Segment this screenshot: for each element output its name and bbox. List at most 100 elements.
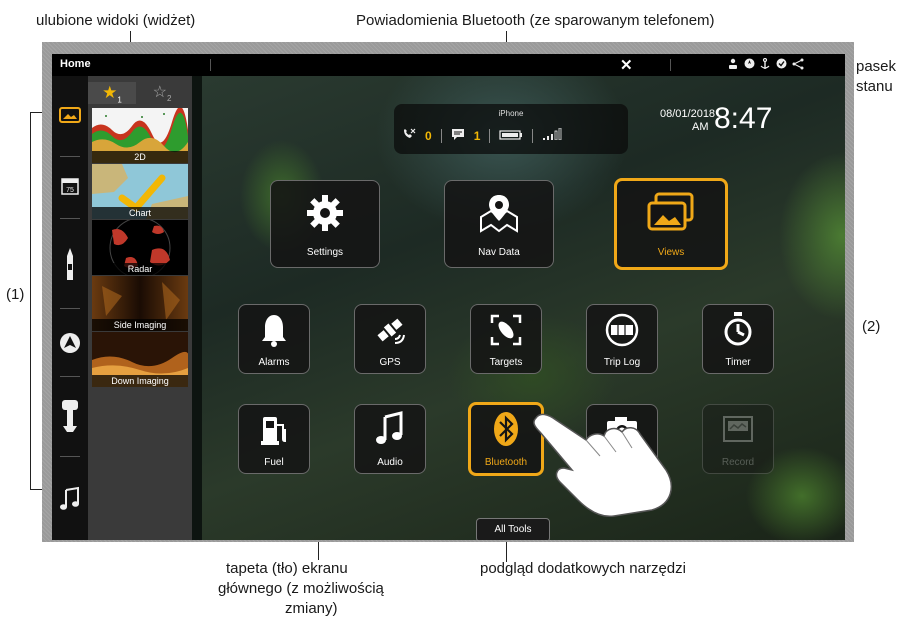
record-icon: [703, 413, 773, 450]
satellite-icon: [355, 313, 425, 352]
callout-status-bar-line2: stanu: [856, 78, 893, 95]
favorite-view-2d[interactable]: 2D: [92, 108, 188, 163]
toolbar-divider: [60, 218, 80, 219]
tab-favorites-1[interactable]: ★1: [88, 82, 136, 104]
bluetooth-notifications[interactable]: iPhone 0 1: [394, 104, 628, 154]
tile-bluetooth[interactable]: Bluetooth: [468, 402, 544, 476]
clock-date: 08/01/2018: [660, 108, 716, 120]
callout-wallpaper-line3: zmiany): [285, 600, 338, 617]
page-title: Home: [60, 58, 91, 70]
callout-wallpaper-line2: głównego (z możliwością: [218, 580, 384, 597]
favorite-view-label: Radar: [92, 263, 188, 275]
tile-label: GPS: [379, 357, 401, 368]
autopilot-icon[interactable]: [58, 332, 82, 356]
callout-wallpaper-line1: tapeta (tło) ekranu: [226, 560, 348, 577]
views-icon[interactable]: [58, 106, 82, 130]
favorites-widget: ★1 ☆2 2D Chart Radar Side Imaging Down I…: [88, 76, 192, 540]
target-icon: [471, 313, 541, 352]
boat-icon[interactable]: [58, 246, 82, 286]
views-icon: [617, 191, 725, 240]
svg-text:75: 75: [66, 187, 74, 194]
odometer-icon: [587, 313, 657, 352]
tile-label: Audio: [377, 457, 403, 468]
tile-label: Settings: [306, 247, 344, 258]
stopwatch-icon: [703, 311, 773, 352]
signal-strength-icon: [542, 127, 564, 143]
tab-favorites-2[interactable]: ☆2: [138, 82, 186, 104]
clock-time: 8:47: [714, 102, 773, 135]
map-pin-icon: [445, 193, 553, 238]
missed-call-icon: [402, 128, 416, 143]
favorites-tabs: ★1 ☆2: [88, 82, 192, 104]
notification-divider: [532, 128, 534, 143]
tile-timer[interactable]: Timer: [702, 304, 774, 374]
status-bar: Home ✕: [52, 54, 845, 76]
tile-label: Record: [721, 457, 755, 468]
music-note-icon: [355, 411, 425, 452]
bluetooth-icon: [471, 411, 541, 452]
tile-views[interactable]: Views: [614, 178, 728, 270]
tile-nav-data[interactable]: Nav Data: [444, 180, 554, 268]
anchor-icon: [760, 57, 770, 70]
favorite-view-label: Down Imaging: [92, 375, 188, 387]
message-count: 1: [473, 128, 481, 143]
tile-fuel[interactable]: Fuel: [238, 404, 310, 474]
camera-icon: [587, 415, 657, 448]
toolbar-divider: [60, 308, 80, 309]
callout-more-tools: podgląd dodatkowych narzędzi: [480, 560, 686, 577]
gear-icon: [271, 193, 379, 238]
callout-bluetooth-notifications: Powiadomienia Bluetooth (ze sparowanym t…: [356, 12, 715, 29]
tile-audio[interactable]: Audio: [354, 404, 426, 474]
message-icon: [451, 128, 465, 143]
tile-alarms[interactable]: Alarms: [238, 304, 310, 374]
favorite-view-down-imaging[interactable]: Down Imaging: [92, 332, 188, 387]
tile-camera[interactable]: [586, 404, 658, 474]
tile-label: Targets: [489, 357, 523, 368]
bell-icon: [239, 313, 309, 352]
favorite-view-label: 2D: [92, 151, 188, 163]
fuel-pump-icon: [239, 413, 309, 452]
favorite-view-radar[interactable]: Radar: [92, 220, 188, 275]
home-screen: Home ✕ 75 ★1 ☆2 2D Chart Radar Side Imag…: [52, 54, 845, 540]
tile-label: Trip Log: [603, 357, 641, 368]
close-icon[interactable]: ✕: [620, 56, 633, 74]
favorite-view-chart[interactable]: Chart: [92, 164, 188, 219]
tile-record[interactable]: Record: [702, 404, 774, 474]
compass-icon: [744, 58, 755, 70]
notification-divider: [489, 128, 491, 143]
notification-divider: [440, 128, 442, 143]
callout-label-2: (2): [862, 318, 881, 335]
bracket-1-vertical: [30, 112, 31, 490]
notification-row: 0 1: [402, 127, 564, 143]
tile-targets[interactable]: Targets: [470, 304, 542, 374]
paired-device-name: iPhone: [498, 109, 524, 118]
tile-label: Bluetooth: [484, 457, 528, 468]
tile-gps[interactable]: GPS: [354, 304, 426, 374]
favorite-view-side-imaging[interactable]: Side Imaging: [92, 276, 188, 331]
motor-icon[interactable]: [58, 398, 82, 438]
toolbar-divider: [60, 456, 80, 457]
tile-label: Alarms: [258, 357, 290, 368]
user-icon: [728, 58, 738, 70]
audio-icon[interactable]: [58, 486, 82, 516]
left-toolbar: 75: [52, 76, 88, 540]
callout-label-1: (1): [6, 286, 25, 303]
status-icons[interactable]: [728, 57, 804, 70]
favorite-view-label: Chart: [92, 207, 188, 219]
topbar-divider: [670, 59, 671, 71]
battery-icon: [499, 129, 523, 143]
tile-trip-log[interactable]: Trip Log: [586, 304, 658, 374]
calendar-75-icon[interactable]: 75: [58, 176, 82, 200]
topbar-divider: [210, 59, 211, 71]
favorite-view-label: Side Imaging: [92, 319, 188, 331]
tile-label: Views: [657, 247, 685, 258]
toolbar-divider: [60, 156, 80, 157]
tile-settings[interactable]: Settings: [270, 180, 380, 268]
missed-call-count: 0: [425, 128, 432, 143]
tile-label: Fuel: [264, 457, 284, 468]
all-tools-button[interactable]: All Tools: [476, 518, 550, 540]
toolbar-divider: [60, 376, 80, 377]
leader-all-tools: [506, 540, 507, 562]
tile-label: Timer: [725, 357, 751, 368]
clock-ampm: AM: [692, 121, 709, 133]
